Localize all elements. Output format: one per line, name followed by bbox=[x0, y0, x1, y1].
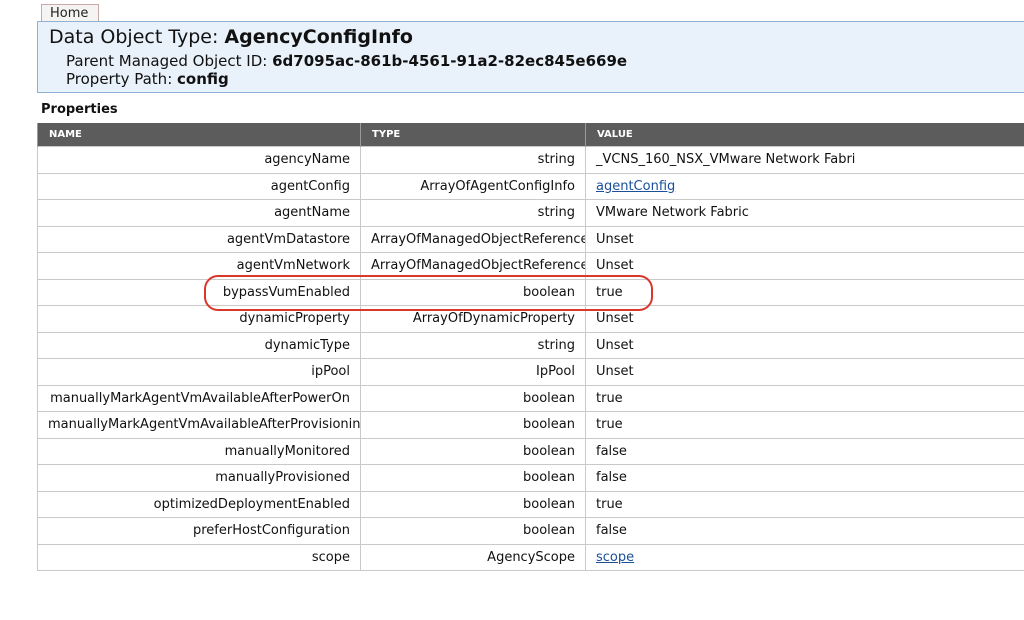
table-row: preferHostConfiguration boolean false bbox=[37, 517, 1024, 545]
property-name-cell: manuallyMonitored bbox=[37, 437, 361, 465]
property-name-cell: preferHostConfiguration bbox=[37, 517, 361, 545]
property-name-cell: optimizedDeploymentEnabled bbox=[37, 490, 361, 518]
table-row: agentVmDatastore ArrayOfManagedObjectRefe… bbox=[37, 225, 1024, 253]
property-name-cell: agentConfig bbox=[37, 172, 361, 200]
property-name-cell: ipPool bbox=[37, 358, 361, 386]
property-value-cell: false bbox=[585, 464, 1024, 492]
property-type-cell: boolean bbox=[360, 278, 586, 306]
property-name-cell: agentName bbox=[37, 199, 361, 227]
title-prefix: Data Object Type: bbox=[49, 26, 225, 48]
property-name-cell: scope bbox=[37, 543, 361, 571]
property-name-cell: manuallyProvisioned bbox=[37, 464, 361, 492]
property-value-cell: agentConfig bbox=[585, 172, 1024, 200]
object-type-name: AgencyConfigInfo bbox=[224, 26, 413, 48]
properties-table: NAME TYPE VALUE agencyName string _VCNS_16… bbox=[37, 123, 1024, 571]
property-name-cell: dynamicType bbox=[37, 331, 361, 359]
column-header-name: NAME bbox=[37, 123, 361, 147]
table-row: agentVmNetwork ArrayOfManagedObjectRefere… bbox=[37, 252, 1024, 280]
property-type-cell: ArrayOfDynamicProperty bbox=[360, 305, 586, 333]
property-value-cell: VMware Network Fabric bbox=[585, 199, 1024, 227]
property-type-cell: ArrayOfAgentConfigInfo bbox=[360, 172, 586, 200]
properties-heading: Properties bbox=[41, 102, 118, 117]
page-title: Data Object Type: AgencyConfigInfo bbox=[49, 26, 413, 48]
property-type-cell: string bbox=[360, 146, 586, 174]
property-value-cell: true bbox=[585, 278, 1024, 306]
property-value-cell: Unset bbox=[585, 225, 1024, 253]
property-type-cell: boolean bbox=[360, 517, 586, 545]
parent-label: Parent Managed Object ID: bbox=[66, 52, 273, 70]
home-tab[interactable]: Home bbox=[41, 4, 99, 22]
property-type-cell: boolean bbox=[360, 490, 586, 518]
property-value-link[interactable]: scope bbox=[596, 550, 634, 565]
table-row: bypassVumEnabled boolean true bbox=[37, 278, 1024, 306]
table-row: optimizedDeploymentEnabled boolean true bbox=[37, 490, 1024, 518]
table-row: agencyName string _VCNS_160_NSX_VMware Net… bbox=[37, 146, 1024, 174]
property-value-cell: true bbox=[585, 490, 1024, 518]
property-type-cell: string bbox=[360, 331, 586, 359]
property-path-value: config bbox=[177, 70, 229, 88]
property-value-cell: Unset bbox=[585, 305, 1024, 333]
table-row: agentConfig ArrayOfAgentConfigInfo agentCo… bbox=[37, 172, 1024, 200]
property-value-cell: Unset bbox=[585, 331, 1024, 359]
property-name-cell: agentVmNetwork bbox=[37, 252, 361, 280]
property-type-cell: boolean bbox=[360, 384, 586, 412]
property-name-cell: dynamicProperty bbox=[37, 305, 361, 333]
property-value-cell: false bbox=[585, 517, 1024, 545]
property-name-cell: manuallyMarkAgentVmAvailableAfterProvisi… bbox=[37, 411, 361, 439]
table-header-row: NAME TYPE VALUE bbox=[37, 123, 1024, 147]
parent-object-line: Parent Managed Object ID: 6d7095ac-861b-… bbox=[66, 52, 627, 70]
property-value-cell: true bbox=[585, 411, 1024, 439]
property-type-cell: IpPool bbox=[360, 358, 586, 386]
property-value-cell: _VCNS_160_NSX_VMware Network Fabri bbox=[585, 146, 1024, 174]
property-name-cell: bypassVumEnabled bbox=[37, 278, 361, 306]
table-row: manuallyMarkAgentVmAvailableAfterPowerOn… bbox=[37, 384, 1024, 412]
property-type-cell: string bbox=[360, 199, 586, 227]
column-header-value: VALUE bbox=[585, 123, 1024, 147]
table-row: agentName string VMware Network Fabric bbox=[37, 199, 1024, 227]
parent-object-id: 6d7095ac-861b-4561-91a2-82ec845e669e bbox=[272, 52, 628, 70]
property-type-cell: ArrayOfManagedObjectReference bbox=[360, 252, 586, 280]
table-row: dynamicProperty ArrayOfDynamicProperty Uns… bbox=[37, 305, 1024, 333]
property-value-link[interactable]: agentConfig bbox=[596, 179, 675, 194]
property-type-cell: boolean bbox=[360, 411, 586, 439]
property-type-cell: ArrayOfManagedObjectReference bbox=[360, 225, 586, 253]
property-type-cell: boolean bbox=[360, 437, 586, 465]
property-value-cell: Unset bbox=[585, 252, 1024, 280]
property-name-cell: agentVmDatastore bbox=[37, 225, 361, 253]
column-header-type: TYPE bbox=[360, 123, 586, 147]
property-value-cell: true bbox=[585, 384, 1024, 412]
property-path-label: Property Path: bbox=[66, 70, 178, 88]
object-header: Data Object Type: AgencyConfigInfo Paren… bbox=[37, 21, 1024, 93]
table-row: manuallyMonitored boolean false bbox=[37, 437, 1024, 465]
table-row: manuallyMarkAgentVmAvailableAfterProvisi… bbox=[37, 411, 1024, 439]
property-path-line: Property Path: config bbox=[66, 70, 229, 88]
properties-table-body: agencyName string _VCNS_160_NSX_VMware Net… bbox=[37, 146, 1024, 571]
table-row: manuallyProvisioned boolean false bbox=[37, 464, 1024, 492]
property-type-cell: AgencyScope bbox=[360, 543, 586, 571]
property-value-cell: Unset bbox=[585, 358, 1024, 386]
table-row: scope AgencyScope scope bbox=[37, 543, 1024, 571]
property-value-cell: false bbox=[585, 437, 1024, 465]
property-name-cell: agencyName bbox=[37, 146, 361, 174]
property-type-cell: boolean bbox=[360, 464, 586, 492]
table-row: dynamicType string Unset bbox=[37, 331, 1024, 359]
property-name-cell: manuallyMarkAgentVmAvailableAfterPowerOn bbox=[37, 384, 361, 412]
table-row: ipPool IpPool Unset bbox=[37, 358, 1024, 386]
property-value-cell: scope bbox=[585, 543, 1024, 571]
